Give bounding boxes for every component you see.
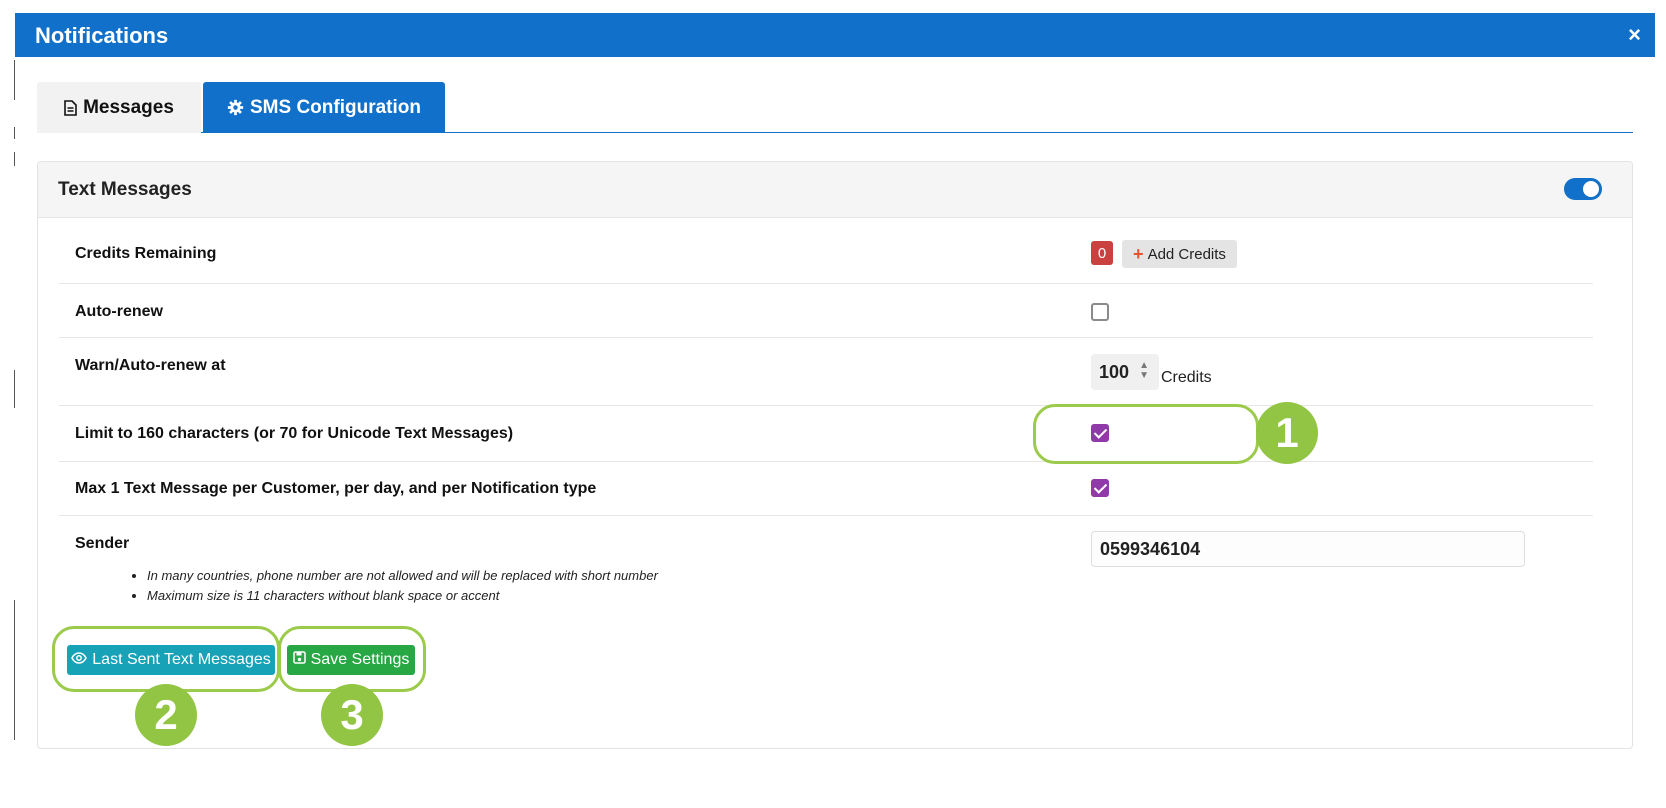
settings-row-max-per-day: Max 1 Text Message per Customer, per day… [59, 462, 1593, 516]
settings-row-sender: Sender 0599346104 In many countries, pho… [59, 516, 1593, 636]
file-text-icon [64, 99, 77, 116]
warn-at-value: 100 [1099, 361, 1130, 382]
card-header: Text Messages [38, 162, 1632, 218]
callout-highlight-save-button [278, 626, 426, 692]
tab-sms-label: SMS Configuration [250, 96, 421, 118]
sender-note: In many countries, phone number are not … [147, 566, 658, 586]
toggle-knob [1583, 181, 1599, 197]
sender-notes: In many countries, phone number are not … [131, 566, 658, 606]
step-badge-1: 1 [1256, 402, 1318, 464]
sender-note: Maximum size is 11 characters without bl… [147, 586, 658, 606]
window-edge-line [14, 152, 15, 166]
warn-at-label: Warn/Auto-renew at [75, 357, 226, 374]
spinner-icon[interactable]: ▲ ▼ [1139, 361, 1149, 381]
card-title: Text Messages [58, 179, 192, 200]
max-per-day-checkbox[interactable] [1091, 479, 1109, 497]
credits-badge: 0 [1091, 241, 1113, 265]
sender-input[interactable]: 0599346104 [1091, 531, 1525, 567]
warn-at-unit: Credits [1161, 369, 1212, 386]
step-badge-2: 2 [135, 684, 197, 746]
modal-title: Notifications [35, 23, 169, 48]
window-edge-line [14, 600, 15, 740]
add-credits-label: Add Credits [1147, 245, 1226, 263]
sender-value: 0599346104 [1100, 538, 1201, 559]
callout-highlight-limit-checkbox [1033, 404, 1259, 464]
settings-row-warn-at: Warn/Auto-renew at 100 ▲ ▼ Credits [59, 338, 1593, 406]
plus-icon: + [1133, 243, 1144, 264]
settings-row-limit-chars: Limit to 160 characters (or 70 for Unico… [59, 406, 1593, 462]
enable-sms-toggle[interactable] [1564, 178, 1602, 200]
settings-row-credits: Credits Remaining 0 + Add Credits [59, 218, 1593, 284]
tab-messages-label: Messages [83, 96, 174, 118]
close-button[interactable]: × [1628, 23, 1641, 47]
window-edge-line [14, 127, 15, 139]
modal-header: Notifications × [15, 13, 1655, 57]
limit-chars-label: Limit to 160 characters (or 70 for Unico… [75, 425, 514, 442]
credits-label: Credits Remaining [75, 245, 217, 262]
auto-renew-checkbox[interactable] [1091, 303, 1109, 321]
auto-renew-label: Auto-renew [75, 303, 163, 320]
settings-row-auto-renew: Auto-renew [59, 284, 1593, 338]
tab-bar: Messages SMS Configuration [37, 82, 1633, 133]
window-edge-line [14, 60, 15, 100]
sender-label: Sender [75, 535, 130, 552]
window-edge-line [14, 370, 15, 408]
tab-sms-configuration[interactable]: SMS Configuration [203, 82, 445, 133]
callout-highlight-last-sent-button [52, 626, 280, 692]
add-credits-button[interactable]: + Add Credits [1122, 240, 1237, 268]
tab-messages[interactable]: Messages [37, 82, 201, 133]
warn-at-number-input[interactable]: 100 ▲ ▼ [1091, 354, 1159, 390]
step-badge-3: 3 [321, 684, 383, 746]
max-per-day-label: Max 1 Text Message per Customer, per day… [75, 480, 597, 497]
gear-icon [227, 99, 244, 116]
